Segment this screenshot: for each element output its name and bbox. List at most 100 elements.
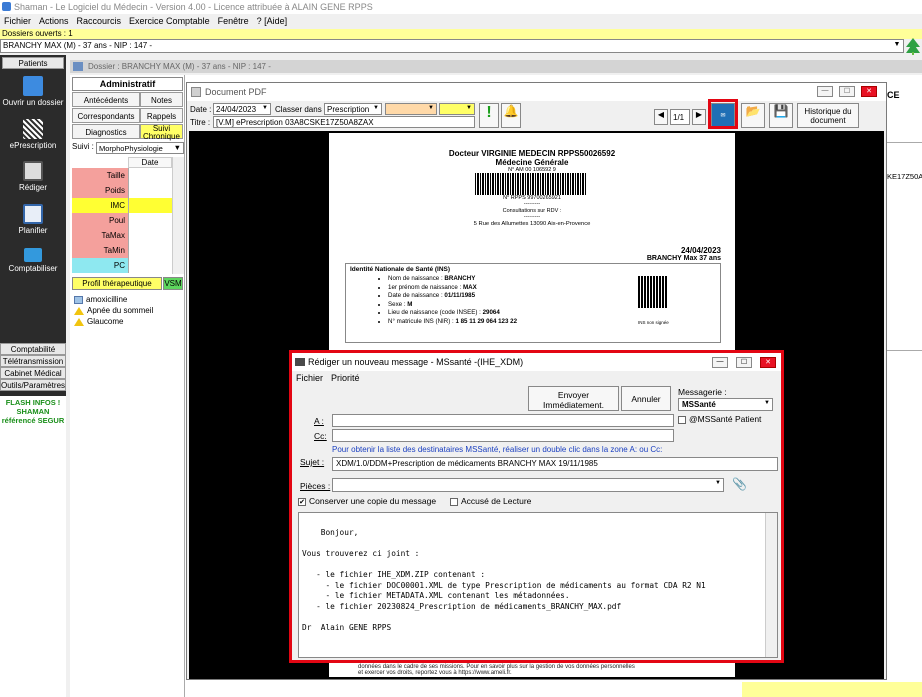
minimize-button[interactable]: — <box>712 357 728 368</box>
checkbox[interactable] <box>450 497 458 506</box>
classer-select[interactable]: Prescription ▼ <box>324 103 382 115</box>
tab-correspondants[interactable]: Correspondants <box>72 108 140 123</box>
next-page-button[interactable]: ▶ <box>692 109 706 125</box>
teletransmission-button[interactable]: Télétransmission <box>0 355 66 367</box>
body-scrollbar[interactable] <box>765 513 777 657</box>
color-select-2[interactable]: ▼ <box>439 103 475 115</box>
menu-fichier[interactable]: Fichier <box>296 373 323 383</box>
attach-button[interactable]: 📂 <box>741 103 765 128</box>
maximize-button[interactable]: ☐ <box>839 86 855 97</box>
allergy-label: Apnée du sommeil <box>87 306 154 315</box>
subject-input[interactable]: XDM/1.0/DDM+Prescription de médicaments … <box>332 457 778 471</box>
measure-scrollbar[interactable] <box>172 157 184 274</box>
rediger-button[interactable]: Rédiger <box>0 161 66 192</box>
menu-actions[interactable]: Actions <box>35 14 73 28</box>
allergy-item[interactable]: Apnée du sommeil <box>74 306 153 315</box>
message-body[interactable]: Bonjour, Vous trouverez ci joint : - le … <box>298 512 778 658</box>
measure-row[interactable]: PC <box>72 258 172 273</box>
menu-bar: Fichier Actions Raccourcis Exercice Comptab… <box>0 14 922 29</box>
titre-input[interactable]: [V.M] ePrescription 03A8CSKE17Z50A8ZAX <box>213 116 475 128</box>
suivi-row: Suivi : MorphoPhysiologie ▼ <box>72 142 184 155</box>
measure-label: Taille <box>72 168 128 183</box>
doctor-name: Docteur VIRGINIE MEDECIN RPPS50026592 <box>448 149 616 158</box>
tab-notes[interactable]: Notes <box>140 92 183 107</box>
measure-row[interactable]: IMC <box>72 198 172 213</box>
measure-value[interactable] <box>128 183 172 198</box>
ins-key: Date de naissance : <box>388 292 445 300</box>
planifier-button[interactable]: Planifier <box>0 204 66 235</box>
menu-fenetre[interactable]: Fenêtre <box>214 14 253 28</box>
footer-line-2: et exercer vos droits, reportez vous à h… <box>358 670 512 676</box>
to-input[interactable] <box>332 414 674 427</box>
keep-copy-label: Conserver une copie du message <box>309 496 437 506</box>
rediger-label: Rédiger <box>18 183 47 192</box>
keep-copy-checkbox[interactable]: ✔ Conserver une copie du message <box>298 496 436 506</box>
bell-button[interactable]: 🔔 <box>501 103 521 128</box>
allergy-item[interactable]: Glaucome <box>74 317 123 326</box>
tab-antecedents[interactable]: Antécédents <box>72 92 140 107</box>
measure-value[interactable] <box>128 168 172 183</box>
allergy-item[interactable]: amoxicilline <box>74 295 127 304</box>
close-button[interactable]: ✕ <box>861 86 877 97</box>
patient-select[interactable]: BRANCHY MAX (M) - 37 ans - NIP : 147 - ▼ <box>0 39 904 53</box>
maximize-button[interactable]: ☐ <box>736 357 752 368</box>
tab-suivi-chronique[interactable]: Suivi Chronique <box>140 124 183 141</box>
checkbox-checked[interactable]: ✔ <box>298 497 306 506</box>
tab-administratif[interactable]: Administratif <box>72 77 183 91</box>
cc-label: Cc: <box>314 431 327 441</box>
prev-page-button[interactable]: ◀ <box>654 109 668 125</box>
menu-priorite[interactable]: Priorité <box>331 373 360 383</box>
tree-icon[interactable] <box>905 37 921 55</box>
tab-rappels[interactable]: Rappels <box>140 108 183 123</box>
date-column-header[interactable]: Date <box>128 157 172 168</box>
measure-value[interactable] <box>128 213 172 228</box>
profil-therapeutique-button[interactable]: Profil thérapeutique <box>72 277 162 290</box>
chevron-down-icon: ▼ <box>173 143 181 152</box>
menu-fichier[interactable]: Fichier <box>0 14 35 28</box>
menu-exercice[interactable]: Exercice Comptable <box>125 14 214 28</box>
open-folder-button[interactable]: Ouvrir un dossier <box>0 76 66 107</box>
read-receipt-checkbox[interactable]: Accusé de Lecture <box>450 496 531 506</box>
alert-button[interactable]: ! <box>479 103 499 128</box>
attachments-select[interactable]: ▼ <box>332 478 724 492</box>
menu-aide[interactable]: ? [Aide] <box>253 14 292 28</box>
measure-value[interactable] <box>128 228 172 243</box>
right-fragment-text: CE <box>887 90 900 100</box>
minimize-button[interactable]: — <box>817 86 833 97</box>
measure-row[interactable]: TaMax <box>72 228 172 243</box>
tab-diagnostics[interactable]: Diagnostics <box>72 124 140 139</box>
attach-clip-button[interactable]: 📎 <box>732 477 748 493</box>
cc-input[interactable] <box>332 429 674 442</box>
comptabilite-button[interactable]: Comptabilité <box>0 343 66 355</box>
measure-value[interactable] <box>128 243 172 258</box>
cancel-button[interactable]: Annuler <box>621 386 671 411</box>
send-button[interactable]: Envoyer Immédiatement. <box>528 386 619 411</box>
patient-checkbox[interactable]: @MSSanté Patient <box>678 414 761 424</box>
checkbox[interactable] <box>678 415 686 424</box>
measure-row[interactable]: TaMin <box>72 243 172 258</box>
measure-row[interactable]: Poids <box>72 183 172 198</box>
color-select[interactable]: ▼ <box>385 103 437 115</box>
chevron-down-icon: ▼ <box>373 105 379 111</box>
messagerie-select[interactable]: MSSanté ▼ <box>678 398 773 411</box>
pdf-window-title-bar: Document PDF — ☐ ✕ <box>187 83 886 101</box>
comptabiliser-button[interactable]: Comptabiliser <box>0 248 66 273</box>
historique-button[interactable]: Historique du document <box>797 103 859 128</box>
outils-parametres-button[interactable]: Outils/Paramètres <box>0 379 66 391</box>
measure-row[interactable]: Taille <box>72 168 172 183</box>
patients-tab[interactable]: Patients <box>2 57 64 69</box>
flash-info[interactable]: FLASH INFOS ! SHAMAN référencé SEGUR <box>0 396 66 428</box>
bell-icon: 🔔 <box>503 104 519 118</box>
open-folder-label: Ouvrir un dossier <box>2 98 64 107</box>
eprescription-button[interactable]: ePrescription <box>0 119 66 150</box>
measure-value[interactable] <box>128 258 172 273</box>
vsm-button[interactable]: VSM <box>163 277 183 290</box>
suivi-select[interactable]: MorphoPhysiologie ▼ <box>96 142 184 154</box>
menu-raccourcis[interactable]: Raccourcis <box>73 14 126 28</box>
save-button[interactable]: 💾 <box>769 103 793 128</box>
cabinet-medical-button[interactable]: Cabinet Médical <box>0 367 66 379</box>
measure-value[interactable] <box>128 198 172 213</box>
measure-row[interactable]: Poul <box>72 213 172 228</box>
close-button[interactable]: ✕ <box>760 357 776 368</box>
date-select[interactable]: 24/04/2023 ▼ <box>213 103 271 115</box>
